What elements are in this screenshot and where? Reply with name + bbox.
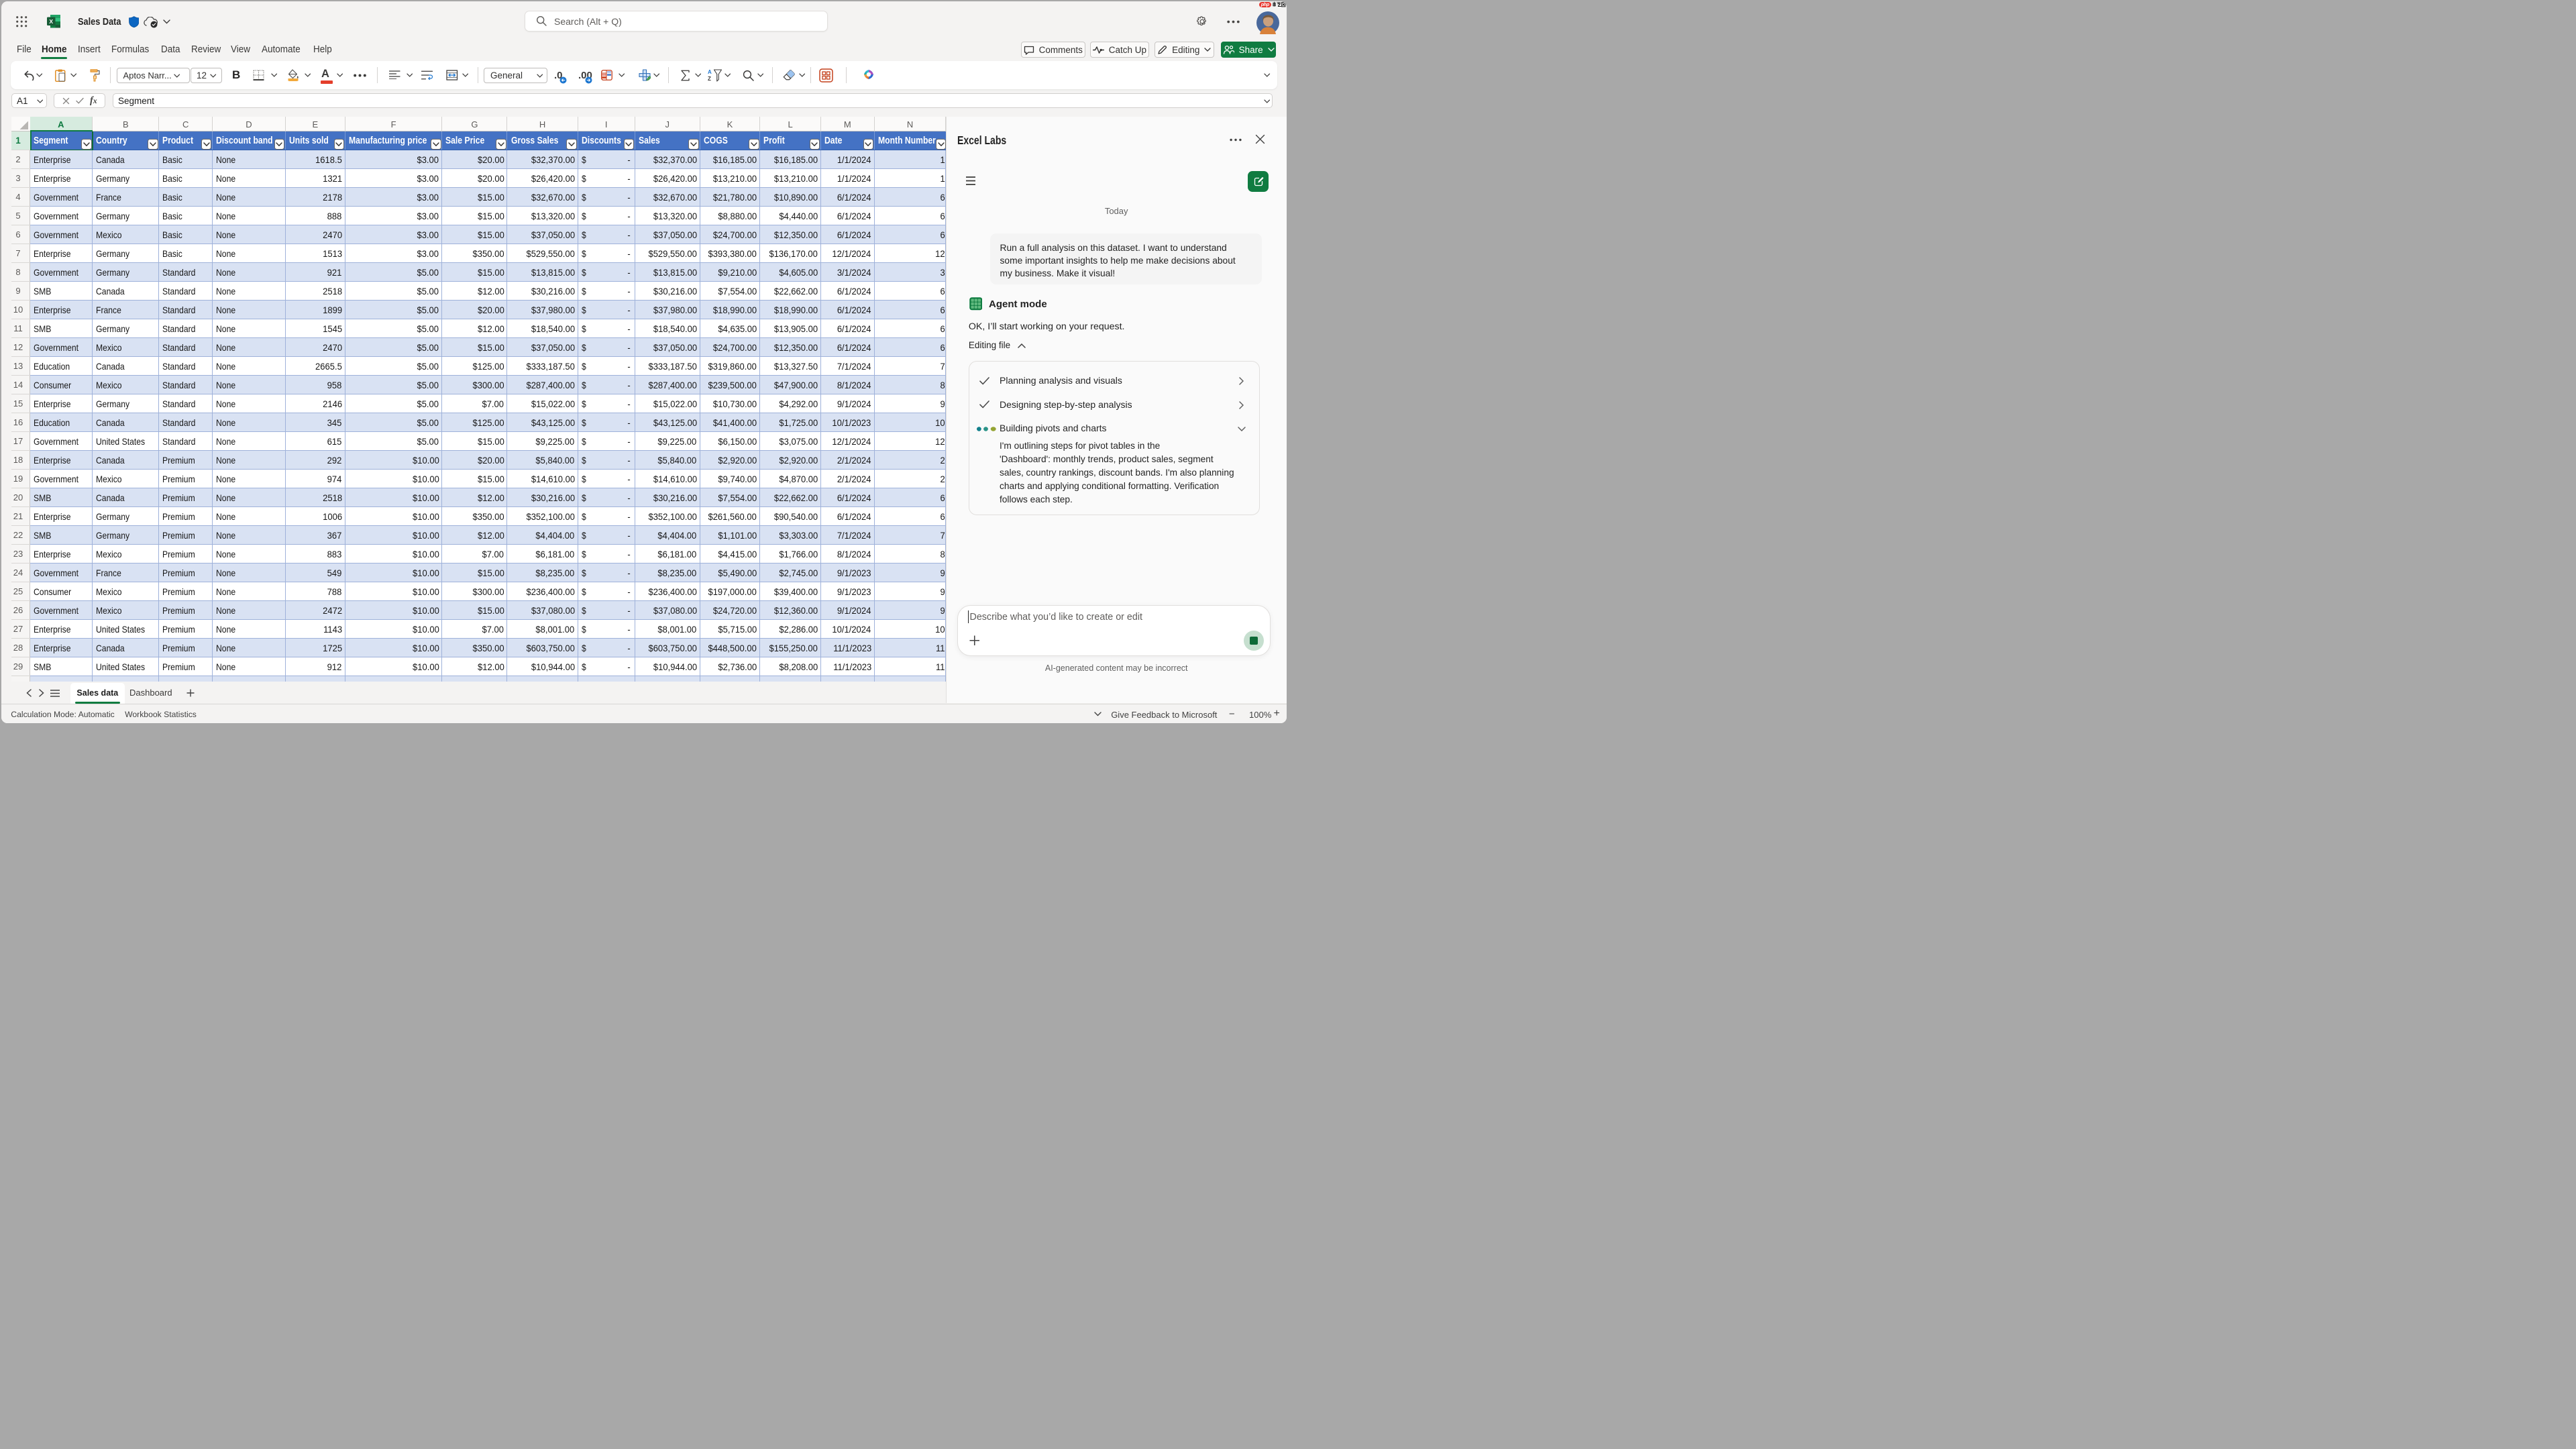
svg-text:X: X [49, 18, 53, 25]
svg-text:Z: Z [708, 76, 711, 82]
svg-text:A: A [708, 69, 712, 75]
